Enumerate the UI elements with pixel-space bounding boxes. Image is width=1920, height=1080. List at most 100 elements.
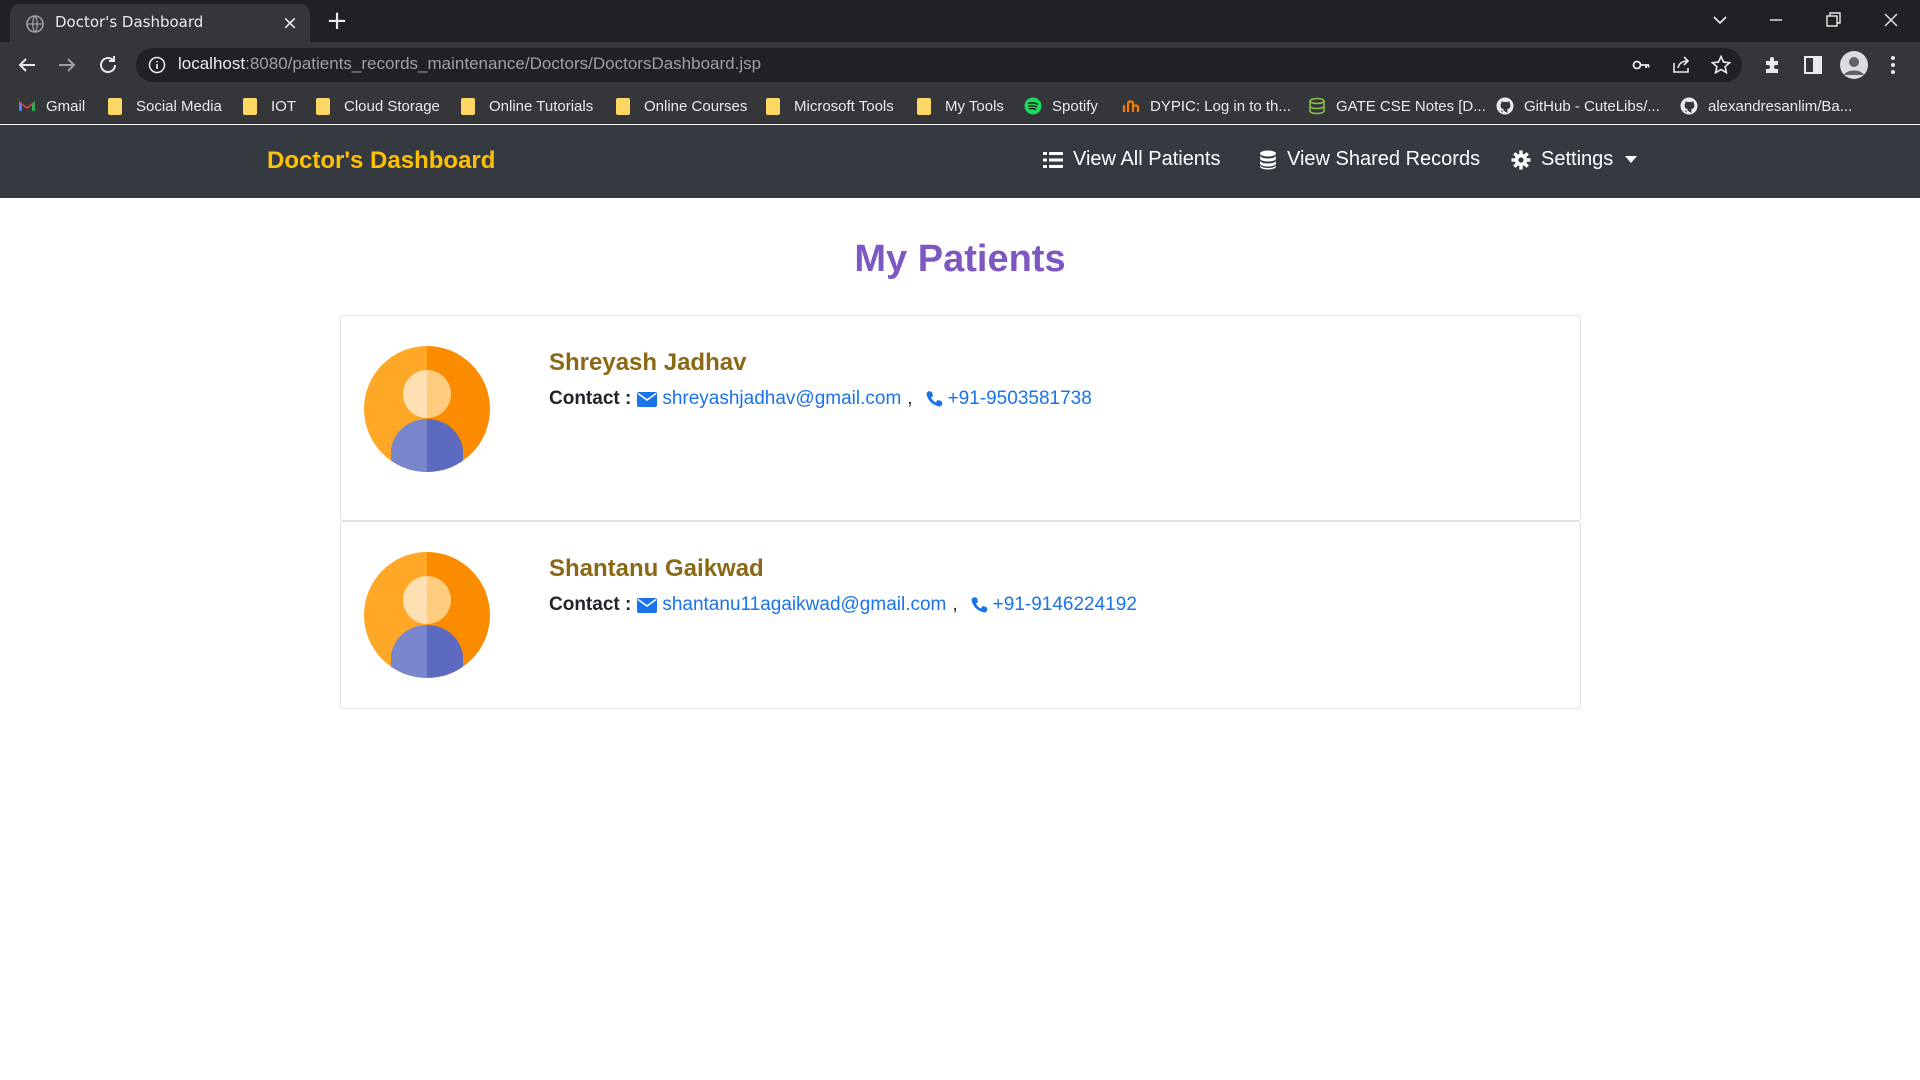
patient-card: Shreyash Jadhav Contact : shreyashjadhav… [340,315,1581,521]
patient-email-link[interactable]: shantanu11agaikwad@gmail.com [637,594,946,616]
spotify-icon [1024,97,1042,115]
folder-icon [108,97,122,115]
bookmark-spotify[interactable]: Spotify [1024,95,1098,117]
nav-link-label: View All Patients [1073,148,1221,170]
bookmark-cloud-storage[interactable]: Cloud Storage [316,95,440,117]
bookmarks-bar: Gmail Social Media IOT Cloud Storage Onl… [0,88,1920,124]
close-window-icon[interactable] [1877,6,1905,34]
bookmark-label: alexandresanlim/Ba... [1708,97,1853,115]
forward-icon[interactable] [53,51,81,79]
bookmark-label: IOT [271,97,296,115]
gear-icon [1511,150,1531,169]
extensions-icon[interactable] [1760,52,1786,78]
github-icon [1680,97,1698,115]
page-title: My Patients [854,238,1066,280]
url-text[interactable]: localhost:8080/patients_records_maintena… [178,54,761,74]
bookmark-microsoft-tools[interactable]: Microsoft Tools [766,95,894,117]
url-host: localhost [178,54,246,73]
nav-view-all-patients[interactable]: View All Patients [1043,148,1221,171]
browser-tab[interactable]: Doctor's Dashboard × [10,4,310,42]
app-navbar: Doctor's Dashboard View All Patients Vie… [0,125,1920,198]
bookmark-label: Cloud Storage [344,97,440,115]
contact-label: Contact : [549,388,632,409]
patient-email-link[interactable]: shreyashjadhav@gmail.com [637,388,901,410]
tab-search-icon[interactable] [1706,6,1734,34]
nav-link-label: Settings [1541,148,1614,170]
patient-email: shantanu11agaikwad@gmail.com [662,594,947,615]
profile-avatar-icon[interactable] [1839,50,1869,80]
bookmark-label: Social Media [136,97,222,115]
bookmark-label: GATE CSE Notes [D... [1336,97,1486,115]
contact-separator: , [907,388,913,409]
bookmark-label: My Tools [945,97,1004,115]
patient-avatar-icon [364,346,490,472]
bookmark-social-media[interactable]: Social Media [108,95,222,117]
globe-icon [26,15,44,33]
share-icon[interactable] [1670,54,1692,76]
envelope-icon [637,597,658,613]
close-tab-icon[interactable]: × [280,13,300,33]
folder-icon [616,97,630,115]
bookmark-github-alexandresanlim[interactable]: alexandresanlim/Ba... [1680,95,1852,117]
key-icon[interactable] [1630,54,1652,76]
bookmark-online-courses[interactable]: Online Courses [616,95,747,117]
gmail-icon [19,101,35,111]
nav-link-label: View Shared Records [1287,148,1481,170]
folder-icon [766,97,780,115]
folder-icon [917,97,931,115]
folder-icon [243,97,257,115]
bookmark-label: DYPIC: Log in to th... [1150,97,1291,115]
patient-email: shreyashjadhav@gmail.com [662,388,902,409]
stack-icon [1309,97,1325,115]
bookmark-label: Gmail [46,97,86,115]
patient-avatar-icon [364,552,490,678]
phone-icon [971,597,988,613]
tab-title: Doctor's Dashboard [55,13,204,31]
bookmark-gate-notes[interactable]: GATE CSE Notes [D... [1308,95,1486,117]
patient-phone-link[interactable]: +91-9146224192 [970,594,1137,616]
contact-label: Contact : [549,594,632,615]
chevron-down-icon [1625,156,1638,163]
bookmark-github-cutelibs[interactable]: GitHub - CuteLibs/... [1496,95,1660,117]
patient-phone: +91-9146224192 [992,594,1137,615]
folder-icon [316,97,330,115]
bookmark-label: Spotify [1052,97,1098,115]
patient-contact: Contact : shantanu11agaikwad@gmail.com ,… [549,594,1137,616]
patient-contact: Contact : shreyashjadhav@gmail.com , +91… [549,388,1092,410]
patient-name: Shantanu Gaikwad [549,555,764,582]
side-panel-icon[interactable] [1800,52,1826,78]
database-icon [1260,150,1276,169]
bookmark-online-tutorials[interactable]: Online Tutorials [461,95,593,117]
patient-phone: +91-9503581738 [947,388,1092,409]
bookmark-label: Microsoft Tools [794,97,894,115]
reload-icon[interactable] [94,51,122,79]
new-tab-button[interactable]: + [323,8,351,36]
nav-view-shared-records[interactable]: View Shared Records [1259,148,1480,171]
browser-toolbar: localhost:8080/patients_records_maintena… [0,42,1920,88]
bookmark-label: GitHub - CuteLibs/... [1524,97,1660,115]
bookmark-gmail[interactable]: Gmail [18,95,85,117]
folder-icon [461,97,475,115]
phone-icon [926,391,943,407]
bookmark-label: Online Courses [644,97,748,115]
minimize-icon[interactable] [1762,6,1790,34]
address-bar[interactable]: localhost:8080/patients_records_maintena… [136,48,1742,82]
restore-icon[interactable] [1819,6,1847,34]
patient-name: Shreyash Jadhav [549,349,747,376]
nav-settings-dropdown[interactable]: Settings [1511,148,1638,171]
bookmark-dypic[interactable]: DYPIC: Log in to th... [1122,95,1291,117]
list-icon [1043,151,1063,168]
contact-separator: , [952,594,958,615]
patient-phone-link[interactable]: +91-9503581738 [925,388,1092,410]
menu-dots-icon[interactable] [1880,52,1906,78]
browser-tab-bar: Doctor's Dashboard × + [0,0,1920,42]
site-info-icon[interactable] [148,56,166,74]
patient-card: Shantanu Gaikwad Contact : shantanu11aga… [340,521,1581,709]
navbar-brand[interactable]: Doctor's Dashboard [267,147,495,175]
back-icon[interactable] [13,51,41,79]
bookmark-my-tools[interactable]: My Tools [917,95,1004,117]
star-icon[interactable] [1710,54,1732,76]
bookmark-iot[interactable]: IOT [243,95,296,117]
dypic-icon [1122,100,1140,112]
url-path: :8080/patients_records_maintenance/Docto… [245,54,762,73]
